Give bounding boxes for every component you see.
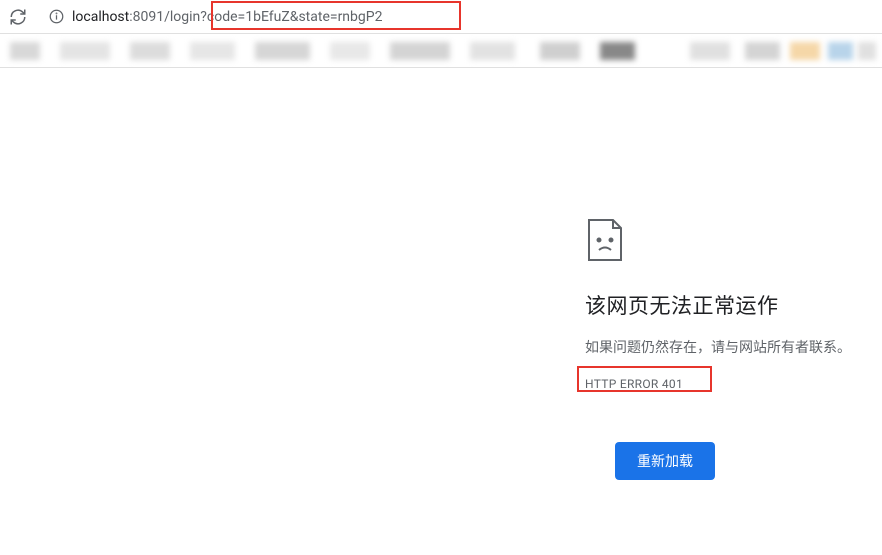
url-input[interactable]: localhost:8091/login?code=1bEfuZ&state=r… <box>48 0 874 33</box>
url-host: localhost <box>72 9 129 25</box>
sad-file-icon <box>585 218 625 262</box>
content-area: 该网页无法正常运作 如果问题仍然存在，请与网站所有者联系。 HTTP ERROR… <box>0 68 882 555</box>
error-message: 如果问题仍然存在，请与网站所有者联系。 <box>585 338 865 359</box>
reload-button[interactable]: 重新加载 <box>615 442 715 480</box>
error-code: HTTP ERROR 401 <box>585 377 683 391</box>
url-query: ?code=1bEfuZ&state=rnbgP2 <box>200 9 382 25</box>
error-title: 该网页无法正常运作 <box>585 290 865 320</box>
bookmarks-bar <box>0 34 882 68</box>
error-container: 该网页无法正常运作 如果问题仍然存在，请与网站所有者联系。 HTTP ERROR… <box>585 218 865 480</box>
reload-icon[interactable] <box>8 7 28 27</box>
url-path: :8091/login <box>129 9 200 25</box>
info-icon[interactable] <box>48 9 64 25</box>
address-bar: localhost:8091/login?code=1bEfuZ&state=r… <box>0 0 882 34</box>
